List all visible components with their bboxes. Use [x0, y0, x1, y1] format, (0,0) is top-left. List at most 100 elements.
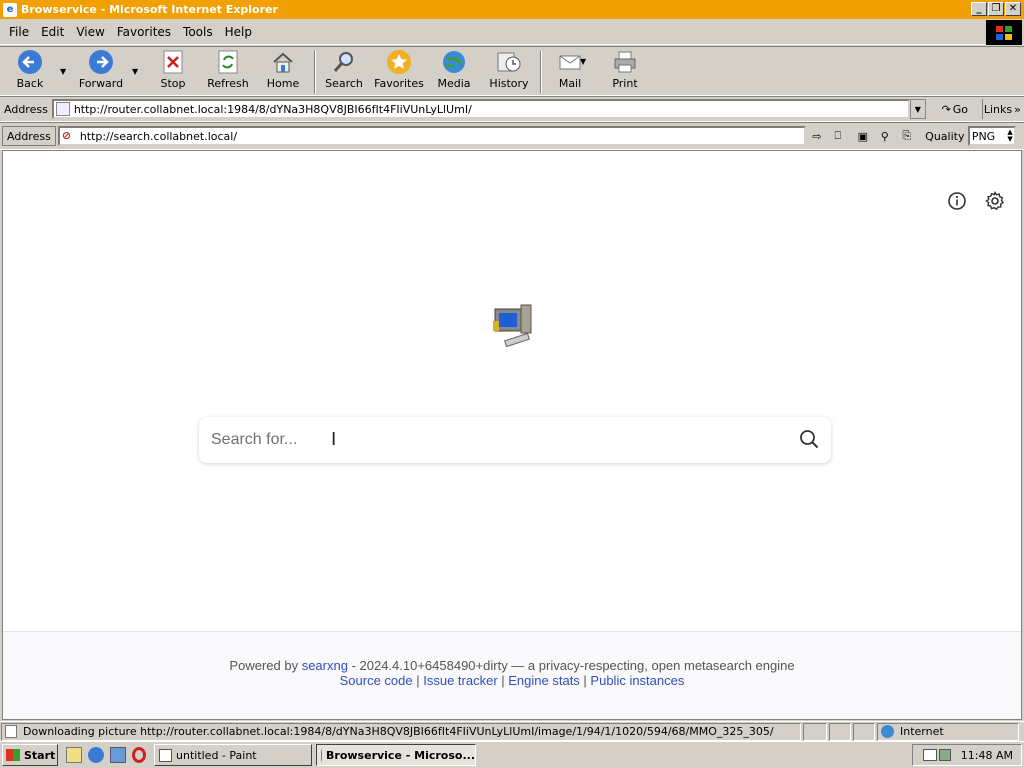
media-button[interactable]: Media	[434, 49, 474, 95]
window-title: Browservice - Microsoft Internet Explore…	[21, 3, 278, 16]
network-tray-icon[interactable]	[922, 749, 937, 761]
quicklaunch-ie-icon[interactable]	[88, 747, 104, 763]
home-icon	[269, 49, 297, 75]
menu-bar: File Edit View Favorites Tools Help	[0, 19, 1024, 45]
forward-dropdown-icon[interactable]: ▼	[132, 67, 138, 76]
bookmark-icon[interactable]: ⎕	[828, 126, 848, 146]
engine-stats-link[interactable]: Engine stats	[508, 673, 580, 688]
menu-edit[interactable]: Edit	[35, 25, 70, 39]
computer-logo-icon	[491, 299, 535, 352]
source-code-link[interactable]: Source code	[340, 673, 413, 688]
taskbar-paint[interactable]: untitled - Paint	[154, 744, 312, 766]
windows-logo-icon	[986, 20, 1022, 45]
print-button[interactable]: Print	[608, 49, 642, 95]
ie-small-icon	[321, 748, 323, 762]
go-button[interactable]: ↷ Go	[932, 99, 978, 119]
bs-address-label: Address	[2, 126, 56, 146]
volume-tray-icon[interactable]	[938, 749, 951, 761]
media-globe-icon	[440, 49, 468, 75]
address-dropdown-icon[interactable]: ▼	[909, 99, 926, 119]
search-box: I	[199, 417, 831, 463]
ie-address-url: http://router.collabnet.local:1984/8/dYN…	[73, 102, 472, 116]
forward-button[interactable]: Forward	[78, 49, 124, 95]
status-panel	[829, 722, 851, 741]
refresh-icon	[214, 49, 242, 75]
back-dropdown-icon[interactable]: ▼	[60, 67, 66, 76]
quicklaunch-desktop-icon[interactable]	[66, 747, 82, 763]
page-icon	[55, 102, 70, 116]
windows-flag-icon	[6, 749, 20, 761]
menu-view[interactable]: View	[70, 25, 110, 39]
search-input[interactable]	[211, 431, 771, 449]
browservice-toolbar: Address ⊘ http://search.collabnet.local/…	[0, 122, 1024, 150]
menu-file[interactable]: File	[3, 25, 35, 39]
home-button[interactable]: Home	[265, 49, 301, 95]
quicklaunch-opera-icon[interactable]	[132, 747, 146, 763]
taskbar: Start untitled - Paint Browservice - Mic…	[0, 741, 1024, 768]
taskbar-browservice[interactable]: Browservice - Microso...	[316, 744, 476, 766]
page-footer: Powered by searxng - 2024.4.10+6458490+d…	[3, 631, 1021, 719]
footer-powered-line: Powered by searxng - 2024.4.10+6458490+d…	[229, 658, 795, 673]
clipboard-icon[interactable]: ⎘	[896, 126, 918, 146]
status-text: Downloading picture http://router.collab…	[23, 725, 774, 738]
search-magnifier-icon	[330, 49, 358, 75]
refresh-button[interactable]: Refresh	[204, 49, 252, 95]
mail-button[interactable]: Mail	[552, 49, 588, 95]
menu-tools[interactable]: Tools	[177, 25, 219, 39]
ie-logo-icon: e	[3, 2, 17, 17]
forward-arrow-icon	[87, 49, 115, 75]
settings-gear-icon[interactable]	[985, 190, 1005, 214]
paint-icon	[159, 748, 172, 762]
favorites-star-icon	[385, 49, 413, 75]
download-page-icon	[5, 725, 17, 738]
favorites-button[interactable]: Favorites	[372, 49, 426, 95]
maximize-button[interactable]: ❐	[988, 2, 1004, 16]
stop-button[interactable]: Stop	[158, 49, 188, 95]
printer-icon	[611, 49, 639, 75]
navigate-arrow-icon[interactable]: ⇨	[806, 126, 828, 146]
status-text-panel: Downloading picture http://router.collab…	[1, 722, 801, 741]
quicklaunch-outlook-icon[interactable]	[110, 747, 126, 763]
history-button[interactable]: History	[486, 49, 532, 95]
status-panel	[853, 722, 875, 741]
history-clock-icon	[495, 49, 523, 75]
standard-toolbar: Back ▼ Forward ▼ Stop Refresh Home Searc…	[0, 46, 1024, 96]
stop-icon	[159, 49, 187, 75]
system-tray: 11:48 AM	[912, 744, 1022, 766]
menu-favorites[interactable]: Favorites	[111, 25, 177, 39]
footer-links: Source code | Issue tracker | Engine sta…	[339, 673, 685, 688]
search-submit-icon[interactable]	[799, 429, 819, 452]
spinner-icon: ▲ ▼	[1007, 128, 1013, 143]
page-viewport: I Powered by searxng - 2024.4.10+6458490…	[2, 150, 1022, 720]
close-button[interactable]: ✕	[1005, 2, 1021, 16]
start-button[interactable]: Start	[2, 744, 58, 766]
quality-select[interactable]: PNG ▲ ▼	[967, 126, 1016, 146]
back-button[interactable]: Back	[12, 49, 48, 95]
bs-address-url: http://search.collabnet.local/	[79, 129, 238, 143]
searxng-link[interactable]: searxng	[302, 658, 348, 673]
public-instances-link[interactable]: Public instances	[590, 673, 684, 688]
links-button[interactable]: Links »	[981, 99, 1022, 119]
toolbar-separator	[314, 51, 316, 93]
security-zone-panel: Internet	[877, 722, 1019, 741]
ie-address-input[interactable]: http://router.collabnet.local:1984/8/dYN…	[51, 99, 910, 119]
internet-globe-icon	[881, 725, 894, 738]
toolbar-separator	[540, 51, 542, 93]
minimize-button[interactable]: _	[971, 2, 987, 16]
search-button[interactable]: Search	[324, 49, 364, 95]
info-icon[interactable]	[947, 191, 967, 214]
chevron-right-icon: »	[1014, 102, 1021, 116]
ie-address-label: Address	[4, 102, 48, 116]
clock[interactable]: 11:48 AM	[961, 749, 1013, 762]
go-arrow-icon: ↷	[941, 102, 951, 116]
bs-address-input[interactable]: ⊘ http://search.collabnet.local/	[57, 126, 806, 146]
save-icon[interactable]: ▣	[852, 126, 874, 146]
status-bar: Downloading picture http://router.collab…	[0, 721, 1024, 741]
status-panel	[803, 722, 827, 741]
issue-tracker-link[interactable]: Issue tracker	[423, 673, 497, 688]
quality-label: Quality	[925, 129, 965, 143]
ie-address-bar: Address http://router.collabnet.local:19…	[0, 96, 1024, 122]
menu-help[interactable]: Help	[219, 25, 258, 39]
mail-dropdown-icon[interactable]: ▼	[580, 57, 586, 66]
find-binoculars-icon[interactable]: ⚲	[874, 126, 896, 146]
